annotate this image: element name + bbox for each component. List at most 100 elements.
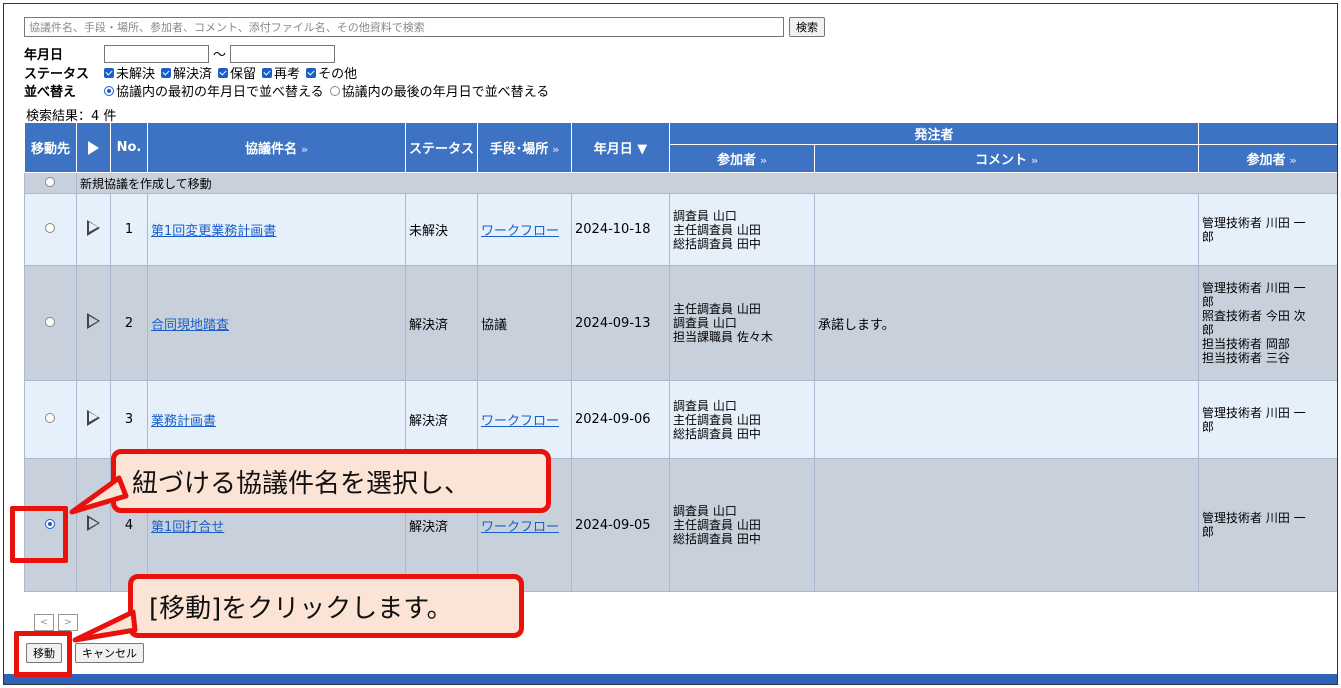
col-date[interactable]: 年月日 ▼: [571, 122, 670, 173]
new-row-radio[interactable]: [24, 172, 77, 194]
title-link[interactable]: 業務計画書: [151, 414, 216, 429]
row-date: 2024-09-06: [571, 380, 670, 459]
radio-icon: [44, 316, 55, 327]
method-link[interactable]: ワークフロー: [481, 520, 559, 535]
date-to-input[interactable]: [230, 44, 336, 63]
sort-filter: 並べ替え 協議内の最初の年月日で並べ替える 協議内の最後の年月日で並べ替える: [24, 81, 555, 100]
row-number: 1: [110, 193, 148, 266]
row-radio[interactable]: [24, 265, 77, 381]
sort-radio-first-date[interactable]: 協議内の最初の年月日で並べ替える: [104, 81, 324, 100]
method-link[interactable]: ワークフロー: [481, 224, 559, 239]
row-number: 3: [110, 380, 148, 459]
status-checkbox-unresolved[interactable]: 未解決: [104, 63, 155, 82]
table-row: 2 合同現地踏査 解決済 協議 2024-09-13 主任調査員 山田 調査員 山口 担当課職…: [24, 265, 1337, 381]
col-group-orderer: 発注者: [668, 122, 1200, 145]
row-method: 協議: [477, 265, 572, 381]
row-comment: [813, 380, 1200, 459]
radio-icon: [329, 85, 340, 96]
row-method: ワークフロー: [477, 380, 572, 459]
table-row: 1 第1回変更業務計画書 未解決 ワークフロー 2024-10-18 調査員 山口 主任調査…: [24, 193, 1337, 266]
search-button[interactable]: 検索: [789, 17, 825, 37]
consultation-table: 移動先 No. 協議件名» ステータス 手段･場所» 年月日 ▼ 発注者 参加者…: [24, 122, 1337, 592]
more-icon: »: [1030, 154, 1039, 167]
table-row: 3 業務計画書 解決済 ワークフロー 2024-09-06 調査員 山口 主任調査員 山田総…: [24, 380, 1337, 459]
row-participants: 調査員 山口 主任調査員 山田 総括調査員 田中: [669, 458, 815, 592]
checkbox-icon: [306, 67, 317, 78]
prev-page-button[interactable]: <: [34, 614, 54, 631]
checkbox-icon: [262, 67, 273, 78]
callout-select: 紐づける協議件名を選択し、: [111, 449, 551, 513]
callout-pointer: [69, 475, 129, 515]
col-comment[interactable]: コメント»: [813, 144, 1200, 173]
row-title: 業務計画書: [147, 380, 406, 459]
date-filter: 年月日 ～: [24, 44, 336, 63]
status-checkbox-resolved[interactable]: 解決済: [161, 63, 212, 82]
more-icon: »: [759, 154, 768, 167]
search-input[interactable]: [24, 17, 784, 37]
status-filter: ステータス 未解決 解決済 保留 再考 その他: [24, 63, 363, 82]
expand-toggle[interactable]: [76, 380, 111, 459]
title-link[interactable]: 第1回変更業務計画書: [151, 224, 276, 239]
row-status: 解決済: [405, 380, 478, 459]
col-participants-2[interactable]: 参加者»: [1198, 144, 1337, 173]
callout-pointer: [72, 609, 138, 643]
date-from-input[interactable]: [104, 44, 209, 63]
status-label: ステータス: [24, 67, 90, 82]
row-comment: [813, 193, 1200, 266]
expand-toggle[interactable]: [76, 193, 111, 266]
checkbox-icon: [161, 67, 172, 78]
status-checkbox-reconsider[interactable]: 再考: [262, 63, 300, 82]
callout-move: [移動]をクリックします。: [128, 574, 524, 638]
col-status: ステータス: [405, 122, 478, 173]
title-link[interactable]: 第1回打合せ: [151, 520, 224, 535]
row-method: ワークフロー: [477, 193, 572, 266]
more-icon: »: [1289, 154, 1297, 167]
more-icon: »: [300, 143, 309, 156]
col-play: [76, 122, 111, 173]
play-icon: [87, 219, 100, 236]
sort-label: 並べ替え: [24, 85, 77, 100]
checkbox-icon: [104, 67, 114, 78]
sort-radio-last-date[interactable]: 協議内の最後の年月日で並べ替える: [329, 81, 549, 100]
expand-toggle[interactable]: [76, 265, 111, 381]
row-contractor: 管理技術者 川田 一郎: [1198, 458, 1337, 592]
title-link[interactable]: 合同現地踏査: [151, 318, 229, 333]
more-icon: »: [552, 143, 560, 156]
row-date: 2024-09-05: [571, 458, 670, 592]
footer-bar: [4, 674, 1337, 684]
method-text: 協議: [481, 317, 508, 333]
row-participants: 調査員 山口 主任調査員 山田 総括調査員 田中: [669, 193, 815, 266]
row-comment: 承諾します。: [813, 265, 1200, 381]
highlight-selected-radio: [10, 506, 68, 563]
row-date: 2024-10-18: [571, 193, 670, 266]
row-contractor: 管理技術者 川田 一郎: [1198, 380, 1337, 459]
app-frame: 検索 年月日 ～ ステータス 未解決 解決済 保留 再考 その他 並べ替え 協議…: [3, 3, 1338, 685]
row-contractor: 管理技術者 川田 一郎照査技術者 今田 次郎担当技術者 岡部 担当技術者 三谷: [1198, 265, 1337, 381]
play-icon: [88, 140, 99, 155]
date-separator: ～: [213, 48, 227, 63]
method-link[interactable]: ワークフロー: [481, 414, 559, 429]
radio-icon: [44, 177, 55, 187]
row-radio[interactable]: [24, 380, 77, 459]
col-participants[interactable]: 参加者»: [669, 144, 815, 173]
row-comment: [813, 458, 1200, 592]
radio-icon: [104, 85, 114, 96]
date-label: 年月日: [24, 48, 64, 63]
row-contractor: 管理技術者 川田 一郎: [1198, 193, 1337, 266]
row-participants: 主任調査員 山田 調査員 山口 担当課職員 佐々木: [669, 265, 815, 381]
col-group-contractor: [1198, 122, 1337, 145]
col-method[interactable]: 手段･場所»: [477, 122, 572, 173]
checkbox-icon: [218, 67, 229, 78]
row-number: 2: [110, 265, 148, 381]
row-status: 解決済: [405, 265, 478, 381]
status-checkbox-other[interactable]: その他: [306, 63, 357, 82]
col-title[interactable]: 協議件名»: [147, 122, 406, 173]
row-participants: 調査員 山口 主任調査員 山田 総括調査員 田中: [669, 380, 815, 459]
row-title: 第1回変更業務計画書: [147, 193, 406, 266]
row-radio[interactable]: [24, 193, 77, 266]
new-consultation-row: 新規協議を作成して移動: [24, 172, 1337, 194]
status-checkbox-pending[interactable]: 保留: [218, 63, 256, 82]
search-row: 検索: [24, 17, 825, 37]
radio-icon: [44, 223, 55, 233]
row-status: 未解決: [405, 193, 478, 266]
